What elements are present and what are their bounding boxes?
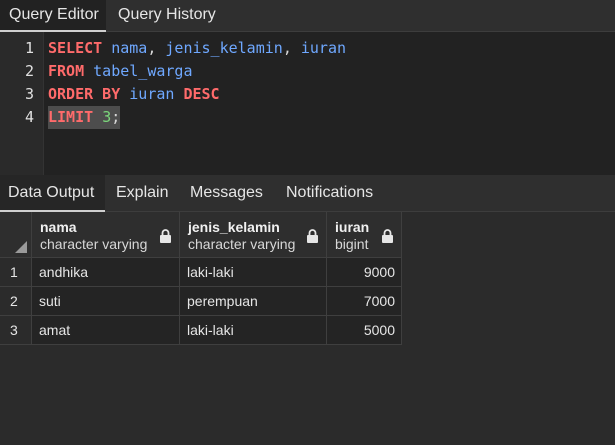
code-token: , — [147, 39, 166, 57]
table-cell[interactable]: laki-laki — [180, 316, 327, 345]
result-grid: nama character varying jenis_kelamin cha… — [0, 212, 615, 445]
code-line-3[interactable]: ORDER BY iuran DESC — [48, 83, 220, 106]
select-all-corner[interactable] — [0, 212, 32, 258]
tab-query-history[interactable]: Query History — [106, 0, 226, 32]
code-token: 3 — [102, 108, 112, 126]
corner-triangle-icon — [15, 241, 27, 253]
column-type: character varying — [40, 236, 148, 252]
table-cell[interactable]: suti — [32, 287, 180, 316]
table-cell[interactable]: 5000 — [327, 316, 402, 345]
line-number: 3 — [24, 85, 34, 103]
lock-icon — [382, 229, 393, 243]
table-cell[interactable]: laki-laki — [180, 258, 327, 287]
table-cell[interactable]: 7000 — [327, 287, 402, 316]
tab-query-editor[interactable]: Query Editor — [0, 0, 106, 32]
sql-editor[interactable]: 1 2 3 4 SELECT nama, jenis_kelamin, iura… — [0, 32, 615, 175]
code-token: FROM — [48, 62, 85, 80]
row-number[interactable]: 1 — [0, 258, 32, 287]
column-header-nama[interactable]: nama character varying — [32, 212, 180, 258]
column-type: bigint — [335, 236, 369, 252]
row-number[interactable]: 2 — [0, 287, 32, 316]
code-line-1[interactable]: SELECT nama, jenis_kelamin, iuran — [48, 37, 346, 60]
column-type: character varying — [188, 236, 296, 252]
column-header-jenis-kelamin[interactable]: jenis_kelamin character varying — [180, 212, 327, 258]
column-name: iuran — [335, 219, 370, 235]
tab-data-output[interactable]: Data Output — [0, 175, 105, 212]
table-cell[interactable]: andhika — [32, 258, 180, 287]
code-token: jenis_kelamin — [165, 39, 283, 57]
table-cell[interactable]: perempuan — [180, 287, 327, 316]
output-tab-bar: Data Output Explain Messages Notificatio… — [0, 175, 615, 212]
lock-icon — [307, 229, 318, 243]
row-number[interactable]: 3 — [0, 316, 32, 345]
code-token: DESC — [183, 85, 220, 103]
column-header-iuran[interactable]: iuran bigint — [327, 212, 402, 258]
column-name: jenis_kelamin — [188, 219, 280, 235]
code-token: ORDER BY — [48, 85, 121, 103]
tab-notifications[interactable]: Notifications — [286, 175, 373, 212]
code-token: SELECT — [48, 39, 103, 57]
column-name: nama — [40, 219, 77, 235]
line-number-gutter: 1 2 3 4 — [0, 32, 44, 175]
tab-explain[interactable]: Explain — [116, 175, 168, 212]
editor-tab-bar: Query Editor Query History — [0, 0, 615, 32]
lock-icon — [160, 229, 171, 243]
line-number: 1 — [24, 39, 34, 57]
code-line-4-selected[interactable]: LIMIT 3; — [48, 106, 121, 129]
code-token: iuran — [300, 39, 347, 57]
code-token: nama — [111, 39, 148, 57]
code-token: ; — [111, 108, 121, 126]
code-token: iuran — [129, 85, 175, 103]
table-cell[interactable]: 9000 — [327, 258, 402, 287]
table-cell[interactable]: amat — [32, 316, 180, 345]
line-number: 2 — [24, 62, 34, 80]
code-line-2[interactable]: FROM tabel_warga — [48, 60, 193, 83]
code-token: tabel_warga — [93, 62, 193, 80]
code-token: , — [282, 39, 301, 57]
tab-messages[interactable]: Messages — [190, 175, 263, 212]
code-token: LIMIT — [48, 108, 94, 126]
line-number: 4 — [24, 108, 34, 126]
